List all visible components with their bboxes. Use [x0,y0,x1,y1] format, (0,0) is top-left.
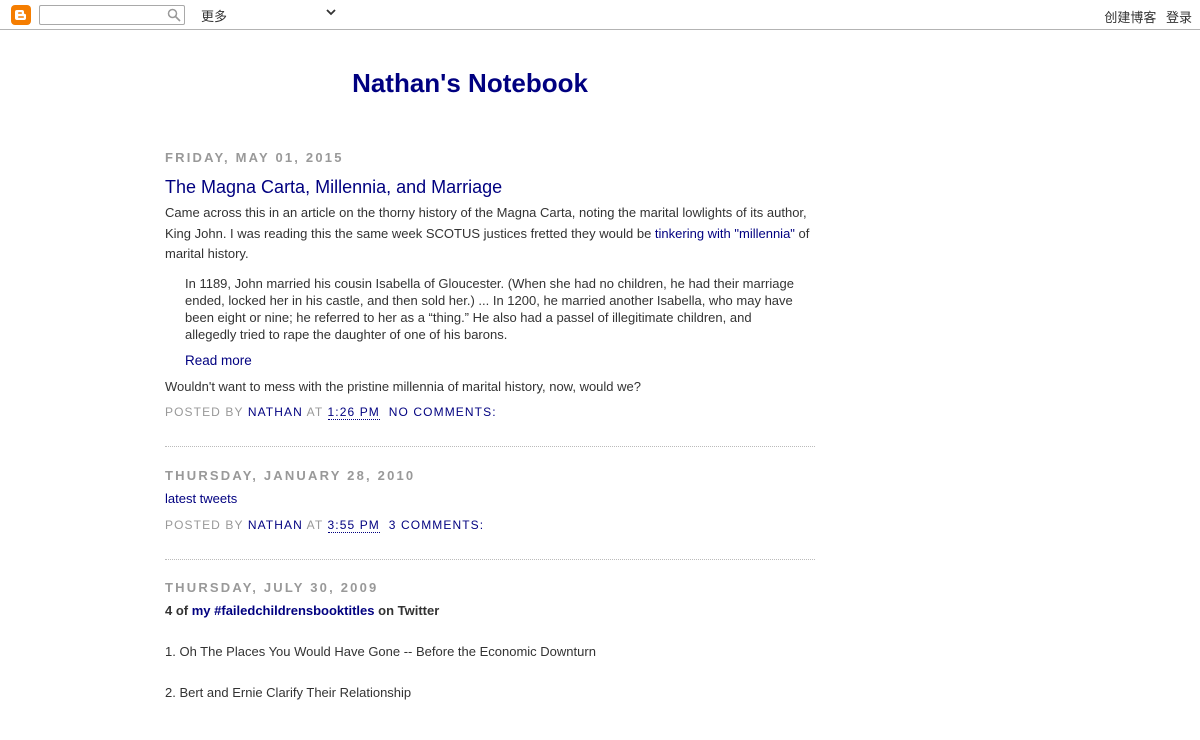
post-title[interactable]: The Magna Carta, Millennia, and Marriage [165,176,815,198]
post-date: Thursday, January 28, 2010 [165,468,416,483]
post-body: Came across this in an article on the th… [165,203,815,397]
post-lead: 4 of my #failedchildrensbooktitles on Tw… [165,602,440,618]
chevron-down-icon [326,9,336,16]
list-item: 1. Oh The Places You Would Have Gone -- … [165,644,596,659]
hashtag-link[interactable]: my #failedchildrensbooktitles [192,603,375,618]
post-footer: Posted by Nathan at 1:26 PM No comments: [165,405,497,420]
sign-in-link[interactable]: 登录 [1166,10,1192,25]
post-intro: Came across this in an article on the th… [165,205,810,261]
post-date: Thursday, July 30, 2009 [165,579,379,595]
timestamp-link[interactable]: 3:55 PM [327,517,380,533]
create-blog-link[interactable]: 创建博客 [1104,10,1156,25]
posts-column: Friday, May 01, 2015 The Magna Carta, Mi… [165,150,815,703]
more-label: 更多 [201,9,228,24]
post-date: Friday, May 01, 2015 [165,150,344,165]
post-body: latest tweets [165,489,815,510]
blog-title[interactable]: Nathan's Notebook [165,68,775,99]
post-footer: Posted by Nathan at 3:55 PM 3 comments: [165,517,485,533]
navbar-links: 创建博客 登录 [1098,7,1192,26]
post-body: 4 of my #failedchildrensbooktitles on Tw… [165,601,815,704]
quote-text: In 1189, John married his cousin Isabell… [185,275,794,342]
search-field[interactable] [39,5,185,25]
post-divider [165,558,815,560]
post-blockquote: In 1189, John married his cousin Isabell… [185,275,805,369]
millennia-link[interactable]: tinkering with "millennia" [655,226,795,241]
list-item: 2. Bert and Ernie Clarify Their Relation… [165,684,412,700]
search-icon[interactable] [167,8,181,22]
search-input[interactable] [42,7,160,21]
timestamp-link[interactable]: 1:26 PM [327,405,380,420]
latest-tweets-link[interactable]: latest tweets [165,491,237,506]
more-dropdown[interactable]: 更多 [201,5,337,24]
post-closing: Wouldn't want to mess with the pristine … [165,378,641,394]
post-divider [165,446,815,447]
blogger-icon[interactable] [11,5,31,25]
read-more-link[interactable]: Read more [185,353,252,368]
blogger-navbar: 更多 创建博客 登录 [0,0,1200,30]
comments-link[interactable]: 3 comments: [389,518,484,532]
comments-link[interactable]: No comments: [389,405,497,419]
author-link[interactable]: Nathan [248,405,303,419]
author-link[interactable]: Nathan [248,518,303,532]
